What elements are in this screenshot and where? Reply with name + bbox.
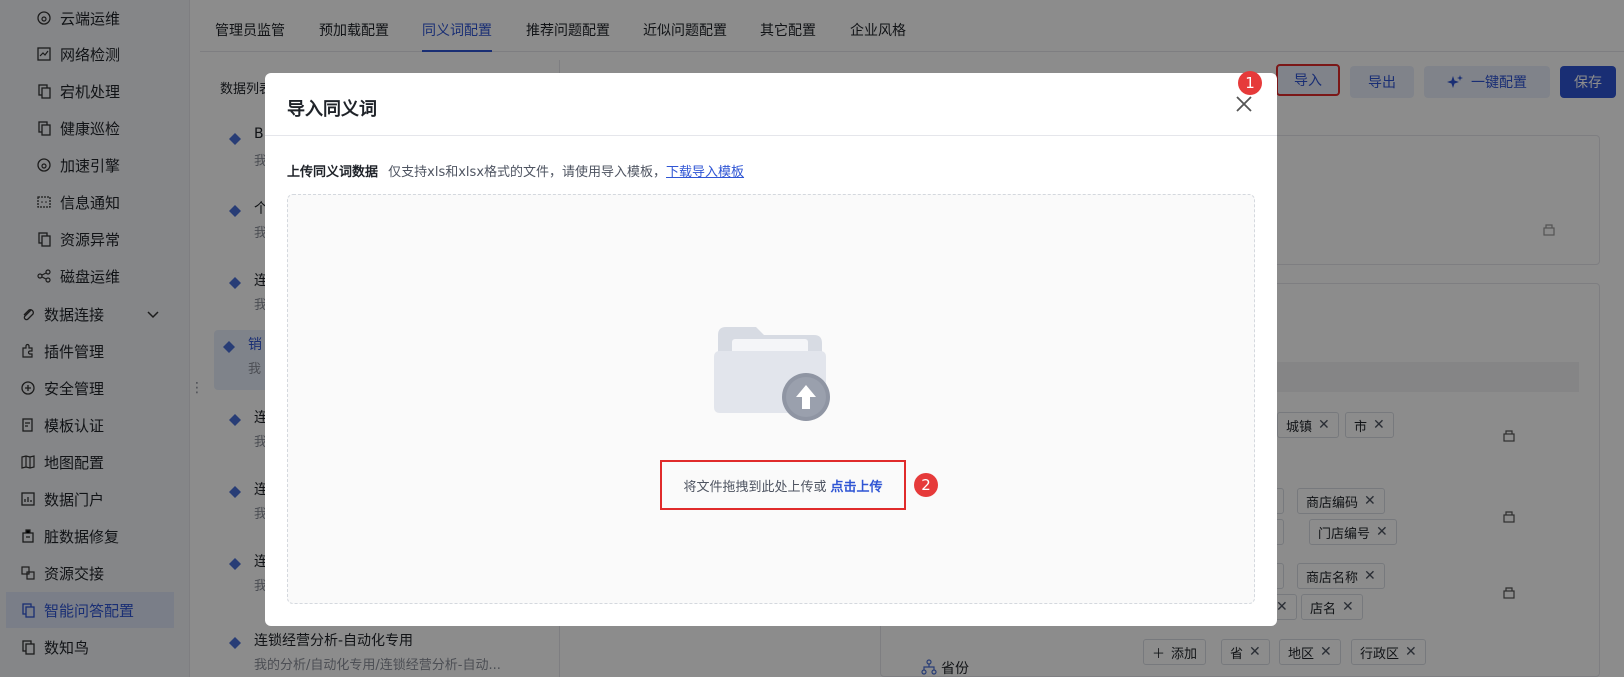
step-badge-1: 1 — [1238, 71, 1262, 95]
drop-text: 将文件拖拽到此处上传或 — [683, 479, 827, 495]
step-badge-2: 2 — [914, 473, 938, 497]
import-synonym-dialog: 导入同义词 上传同义词数据 仅支持xls和xlsx格式的文件，请使用导入模板，下… — [265, 73, 1277, 626]
click-upload-link[interactable]: 点击上传 — [831, 476, 883, 495]
file-dropzone[interactable]: 将文件拖拽到此处上传或 点击上传 2 — [287, 194, 1255, 604]
upload-description: 上传同义词数据 仅支持xls和xlsx格式的文件，请使用导入模板，下载导入模板 — [287, 161, 744, 180]
upload-label: 上传同义词数据 — [287, 165, 379, 180]
close-icon[interactable] — [1233, 93, 1255, 115]
dialog-title: 导入同义词 — [287, 99, 377, 120]
drop-instruction: 将文件拖拽到此处上传或 点击上传 — [660, 460, 906, 510]
folder-upload-icon — [714, 327, 830, 421]
download-template-link[interactable]: 下载导入模板 — [666, 165, 744, 180]
dialog-divider — [265, 135, 1277, 136]
upload-hint: 仅支持xls和xlsx格式的文件，请使用导入模板， — [388, 165, 667, 180]
